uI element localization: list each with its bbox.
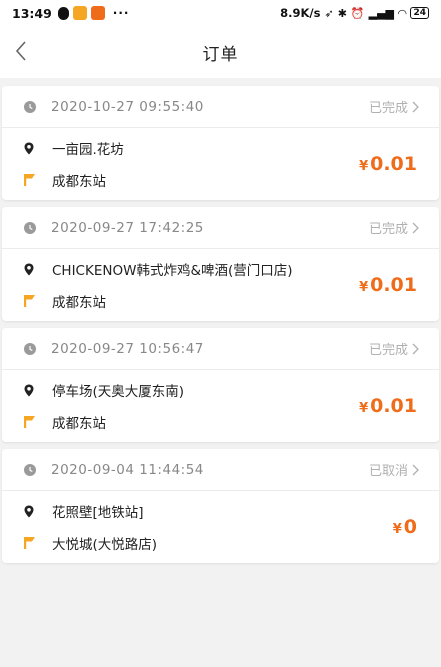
order-status-label: 已完成 xyxy=(368,222,408,237)
pickup-address: 一亩园.花坊 xyxy=(52,142,124,158)
clock-icon xyxy=(24,100,36,113)
order-amount: 0.01 xyxy=(370,395,417,417)
order-price: ¥0.01 xyxy=(359,395,417,417)
signal-icon: ▂▄▆ xyxy=(368,6,394,20)
order-amount: 0.01 xyxy=(370,153,417,175)
order-time: 2020-10-27 09:55:40 xyxy=(51,98,204,115)
chevron-right-icon xyxy=(412,222,419,234)
status-bar: 13:49 ··· 8.9K/s ➶ ✱ ⏰ ▂▄▆ ◠ 24 xyxy=(0,0,441,26)
order-time: 2020-09-04 11:44:54 xyxy=(51,461,204,478)
destination-flag-icon xyxy=(24,294,36,308)
page-title: 订单 xyxy=(202,44,239,65)
destination-address: 大悦城(大悦路店) xyxy=(52,537,158,553)
order-amount: 0.01 xyxy=(370,274,417,296)
location-icon: ➶ xyxy=(324,6,334,20)
location-pin-icon xyxy=(24,383,36,397)
location-pin-icon xyxy=(24,141,36,155)
order-list: 2020-10-27 09:55:40 已完成 一亩园.花坊 成都东站 ¥ 0.… xyxy=(0,78,441,563)
back-button[interactable] xyxy=(6,36,36,66)
order-card-header: 2020-09-27 17:42:25 已完成 xyxy=(2,207,439,249)
destination-flag-icon xyxy=(24,173,36,187)
order-status-label: 已取消 xyxy=(368,464,408,479)
clock-icon xyxy=(24,342,36,355)
app-notification-icon xyxy=(72,6,87,20)
currency-symbol: ¥ xyxy=(359,280,369,295)
order-card-header: 2020-10-27 09:55:40 已完成 xyxy=(2,86,439,128)
chevron-right-icon xyxy=(412,101,419,113)
order-amount: 0 xyxy=(403,516,417,538)
order-card-body: 停车场(天奥大厦东南) 成都东站 ¥0.01 xyxy=(2,370,439,442)
location-pin-icon xyxy=(24,504,36,518)
order-card-body: 一亩园.花坊 成都东站 ¥0.01 xyxy=(2,128,439,200)
currency-symbol: ¥ xyxy=(359,401,369,416)
order-price: ¥0.01 xyxy=(359,274,417,296)
pickup-address: 停车场(天奥大厦东南) xyxy=(52,384,185,400)
wifi-icon: ◠ xyxy=(398,6,407,20)
chevron-right-icon xyxy=(412,343,419,355)
destination-row: 大悦城(大悦路店) xyxy=(2,527,439,559)
order-price: ¥0 xyxy=(393,516,417,538)
order-time: 2020-09-27 17:42:25 xyxy=(51,219,204,236)
order-price: ¥0.01 xyxy=(359,153,417,175)
order-card[interactable]: 2020-10-27 09:55:40 已完成 一亩园.花坊 成都东站 ¥ 0.… xyxy=(2,86,439,200)
destination-flag-icon xyxy=(24,415,36,429)
order-status-label: 已完成 xyxy=(368,343,408,358)
pickup-address: CHICKENOW韩式炸鸡&啤酒(营门口店) xyxy=(52,263,293,279)
order-card-header: 2020-09-04 11:44:54 已取消 xyxy=(2,449,439,491)
alarm-icon: ⏰ xyxy=(350,6,365,20)
app-notification-icon xyxy=(90,6,105,20)
order-card[interactable]: 2020-09-27 17:42:25 已完成 CHICKENOW韩式炸鸡&啤酒… xyxy=(2,207,439,321)
order-status-label: 已完成 xyxy=(368,101,408,116)
chevron-right-icon xyxy=(412,464,419,476)
pickup-row: 花照壁[地铁站] xyxy=(2,495,439,527)
status-time: 13:49 xyxy=(12,5,52,21)
order-status[interactable]: 已完成 xyxy=(369,339,419,358)
clock-icon xyxy=(24,463,36,476)
order-status[interactable]: 已完成 xyxy=(369,218,419,237)
order-time: 2020-09-27 10:56:47 xyxy=(51,340,204,357)
qq-notification-icon xyxy=(57,6,69,20)
currency-symbol: ¥ xyxy=(392,522,402,537)
destination-address: 成都东站 xyxy=(52,295,106,311)
order-card[interactable]: 2020-09-27 10:56:47 已完成 停车场(天奥大厦东南) 成都东站 xyxy=(2,328,439,442)
location-pin-icon xyxy=(24,262,36,276)
clock-icon xyxy=(24,221,36,234)
chevron-left-icon xyxy=(15,41,26,61)
network-speed: 8.9K/s xyxy=(280,6,321,20)
bluetooth-icon: ✱ xyxy=(337,6,347,20)
pickup-address: 花照壁[地铁站] xyxy=(52,505,144,521)
order-status[interactable]: 已完成 xyxy=(369,97,419,116)
nav-bar: 订单 xyxy=(0,26,441,78)
currency-symbol: ¥ xyxy=(359,159,369,174)
order-status[interactable]: 已取消 xyxy=(369,460,419,479)
destination-address: 成都东站 xyxy=(52,174,106,190)
battery-icon: 24 xyxy=(410,7,429,19)
order-card-header: 2020-09-27 10:56:47 已完成 xyxy=(2,328,439,370)
order-card-body: 花照壁[地铁站] 大悦城(大悦路店) ¥0 xyxy=(2,491,439,563)
more-notifications-icon: ··· xyxy=(112,6,130,20)
destination-address: 成都东站 xyxy=(52,416,106,432)
destination-flag-icon xyxy=(24,536,36,550)
order-card[interactable]: 2020-09-04 11:44:54 已取消 花照壁[地铁站] 大悦城(大悦路… xyxy=(2,449,439,563)
order-card-body: CHICKENOW韩式炸鸡&啤酒(营门口店) 成都东站 ¥0.01 xyxy=(2,249,439,321)
